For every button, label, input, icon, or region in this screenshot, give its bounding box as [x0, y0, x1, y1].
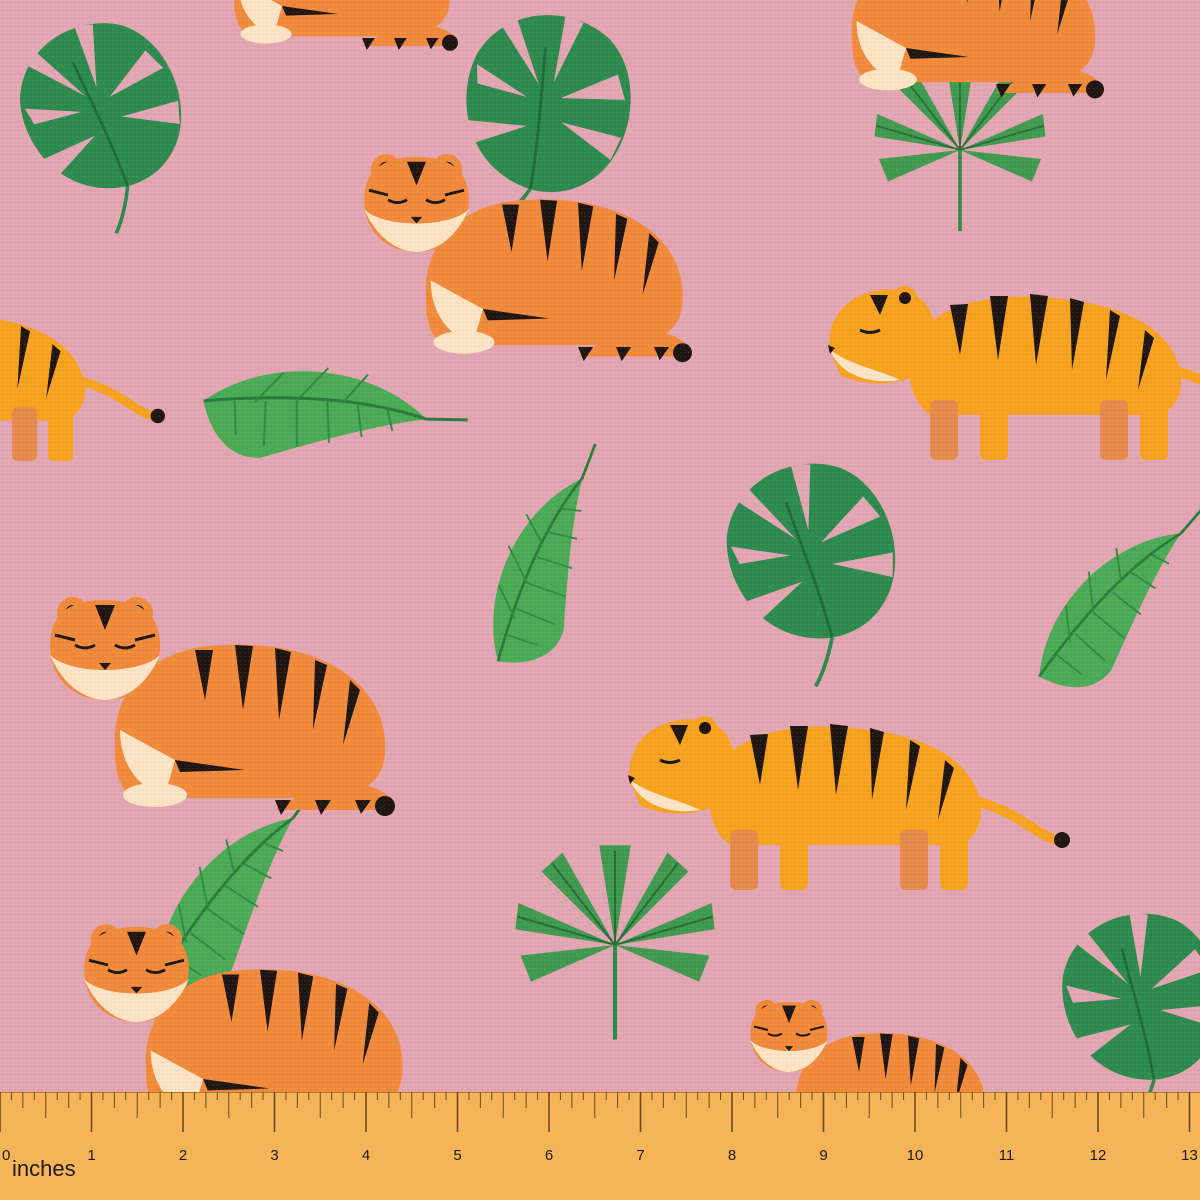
ruler-number: 11: [999, 1147, 1015, 1164]
ruler-number: 10: [907, 1147, 924, 1164]
ruler-unit-label: inches: [12, 1156, 76, 1181]
ruler-body: [0, 1092, 1200, 1200]
ruler-number: 7: [636, 1147, 644, 1164]
ruler-number: 0: [2, 1147, 10, 1164]
measuring-ruler: 0 1 2 3 4 5 6 7 8 9 10 11 12 13: [0, 1092, 1200, 1200]
ruler-number: 12: [1090, 1147, 1107, 1164]
ruler-number: 2: [179, 1147, 187, 1164]
ruler-number: 8: [728, 1147, 736, 1164]
ruler-number: 4: [362, 1147, 370, 1164]
ruler-number: 9: [819, 1147, 827, 1164]
ruler-number: 3: [270, 1147, 278, 1164]
ruler-number: 6: [545, 1147, 553, 1164]
ruler-number: 5: [453, 1147, 461, 1164]
tiger-leaf-pattern: [0, 0, 1200, 1200]
ruler-number: 13: [1181, 1147, 1198, 1164]
ruler-number: 1: [87, 1147, 95, 1164]
fabric-swatch: 0 1 2 3 4 5 6 7 8 9 10 11 12 13 inches: [0, 0, 1200, 1200]
